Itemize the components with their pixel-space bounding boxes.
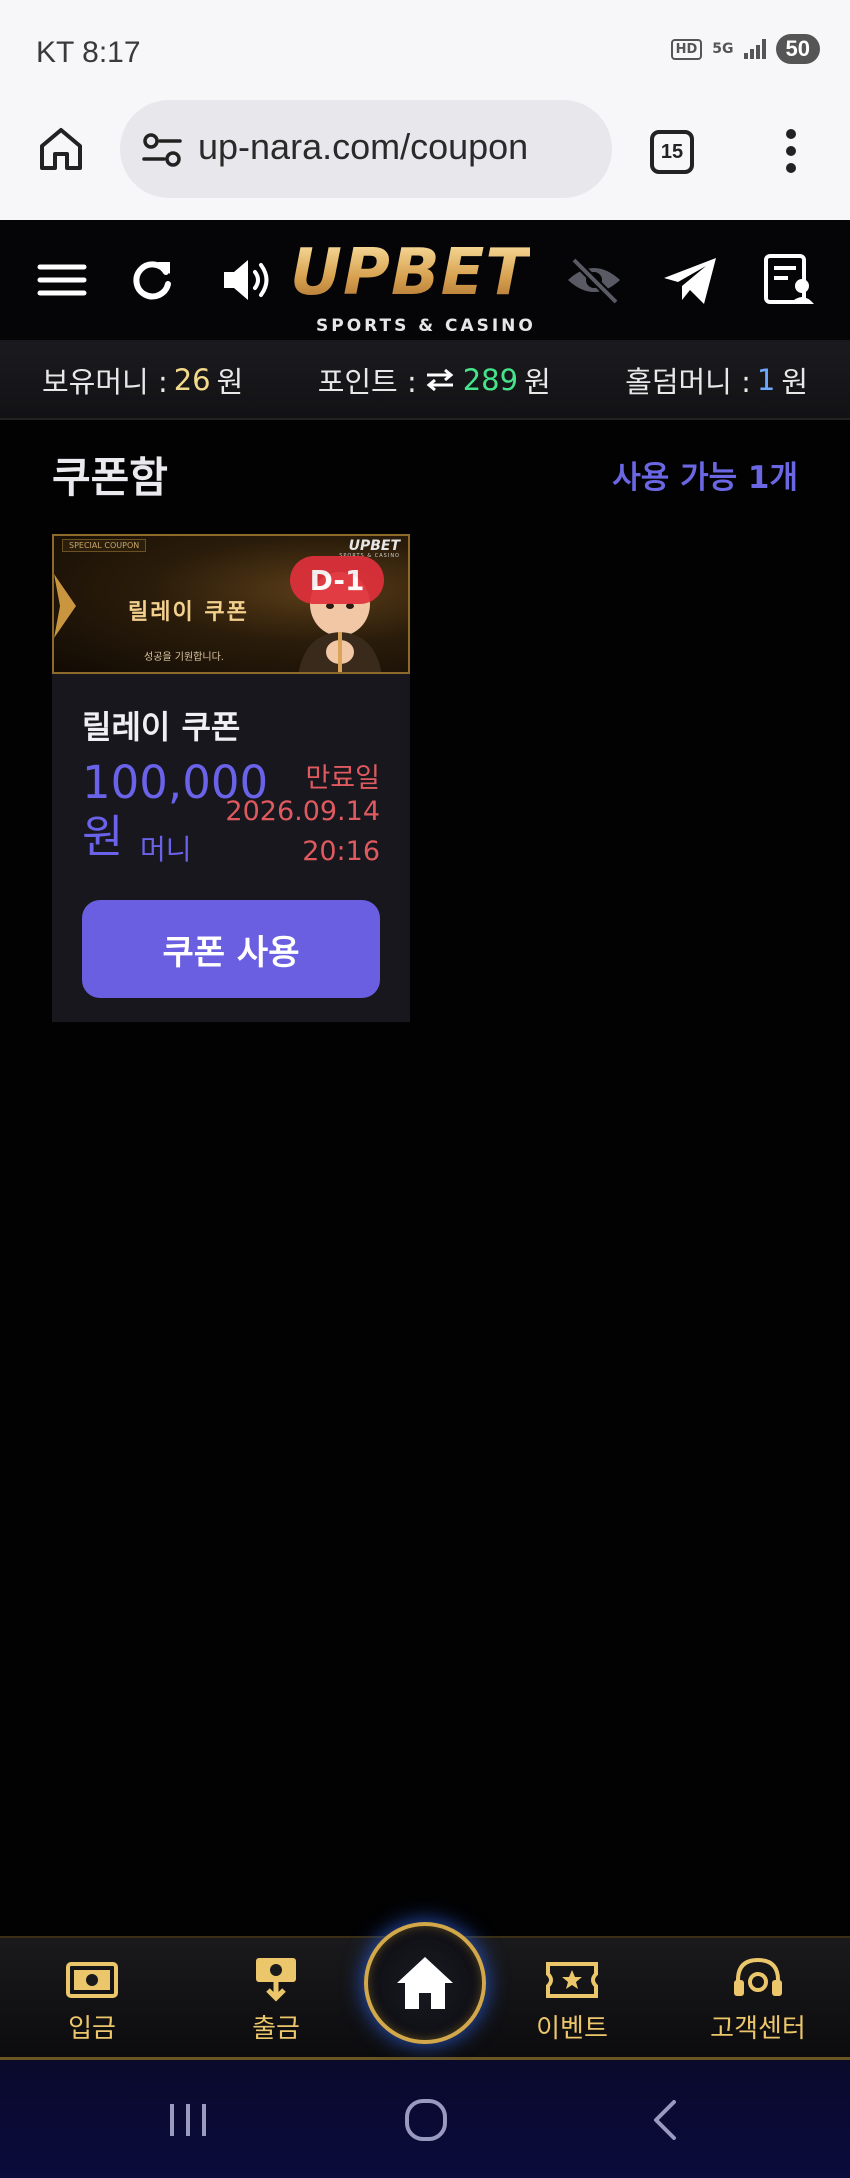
event-ticket-icon [546,1962,598,1998]
page-title: 쿠폰함 [52,453,168,502]
holdem-label: 홀덤머니 : [625,365,751,399]
money-balance: 보유머니 : 26 원 [42,359,243,401]
holdem-unit: 원 [781,365,808,399]
point-label: 포인트 : [317,365,417,399]
money-unit: 원 [216,365,244,399]
browser-home-icon[interactable] [36,124,86,174]
headset-icon [734,1957,782,1996]
coupon-amount-unit: 원 [82,810,124,863]
hide-eye-icon[interactable] [564,250,624,310]
url-text: up-nara.com/coupon [198,126,529,167]
hamburger-menu-icon[interactable] [32,250,92,310]
expiry-label: 만료일 [305,763,380,794]
profile-notes-icon[interactable] [758,250,818,310]
nav-deposit-label: 입금 [68,2014,116,2044]
home-icon [397,1957,453,2009]
use-coupon-button[interactable]: 쿠폰 사용 [82,900,380,998]
banner-subtitle: 성공을 기원합니다. [144,652,224,663]
logo-text: UPBET [290,236,531,310]
money-value: 26 [173,363,211,397]
holdem-balance: 홀덤머니 : 1 원 [625,359,808,401]
deposit-cash-icon [66,1962,118,1998]
money-label: 보유머니 : [42,365,168,399]
logo-subtext: SPORTS & CASINO [316,316,536,336]
refresh-icon[interactable] [122,250,182,310]
system-home-icon[interactable] [398,2098,454,2142]
system-nav-bar [0,2060,850,2178]
nav-event[interactable]: 이벤트 [502,1956,642,2056]
coupon-banner: SPECIAL COUPON 릴레이 쿠폰 성공을 기원합니다. UPBET S… [52,534,410,674]
banner-tag: SPECIAL COUPON [62,539,147,552]
d-day-badge: D-1 [290,556,384,604]
sound-icon[interactable] [218,250,278,310]
coupon-card: SPECIAL COUPON 릴레이 쿠폰 성공을 기원합니다. UPBET S… [52,534,410,1022]
tab-switcher-button[interactable]: 15 [650,130,694,174]
coupon-name: 릴레이 쿠폰 [82,708,241,746]
status-icons: HD 5G 50 [670,34,820,64]
coupon-amount-type: 머니 [140,833,192,866]
address-bar[interactable]: up-nara.com/coupon [120,100,612,198]
network-5g-icon: 5G [712,41,734,57]
point-unit: 원 [524,365,551,399]
telegram-icon[interactable] [660,250,720,310]
available-count: 사용 가능 1개 [612,460,798,496]
point-value: 289 [462,363,519,397]
banner-logo: UPBET [348,538,400,554]
more-menu-icon[interactable] [775,126,807,176]
nav-withdraw[interactable]: 출금 [206,1956,346,2056]
hd-icon: HD [670,38,703,60]
signal-icon [743,39,766,59]
expiry-time: 20:16 [302,836,380,867]
status-bar: KT 8:17 HD 5G 50 [0,0,850,100]
back-icon[interactable] [640,2098,696,2142]
upbet-logo[interactable]: UPBET SPORTS & CASINO [286,236,556,336]
nav-support-label: 고객센터 [710,2014,806,2044]
nav-home-button[interactable] [364,1922,486,2044]
site-settings-icon[interactable] [142,132,182,168]
nav-support[interactable]: 고객센터 [688,1956,828,2056]
site-header: UPBET SPORTS & CASINO [0,220,850,342]
nav-deposit[interactable]: 입금 [22,1956,162,2056]
nav-withdraw-label: 출금 [252,2014,300,2044]
banner-title: 릴레이 쿠폰 [128,600,249,625]
recent-apps-icon[interactable] [160,2098,216,2142]
holdem-value: 1 [756,363,776,397]
expiry-date: 2026.09.14 [225,796,380,827]
battery-icon: 50 [775,34,820,64]
point-balance[interactable]: 포인트 : 289 원 [318,359,551,401]
banner-arrow-icon [54,574,76,638]
status-time: KT 8:17 [36,36,141,69]
swap-icon[interactable] [423,368,457,392]
browser-toolbar: up-nara.com/coupon 15 [0,100,850,220]
withdraw-cash-icon [256,1958,296,2002]
nav-event-label: 이벤트 [536,2014,608,2044]
balance-bar: 보유머니 : 26 원 포인트 : 289 원 홀덤머니 : 1 원 [0,342,850,420]
